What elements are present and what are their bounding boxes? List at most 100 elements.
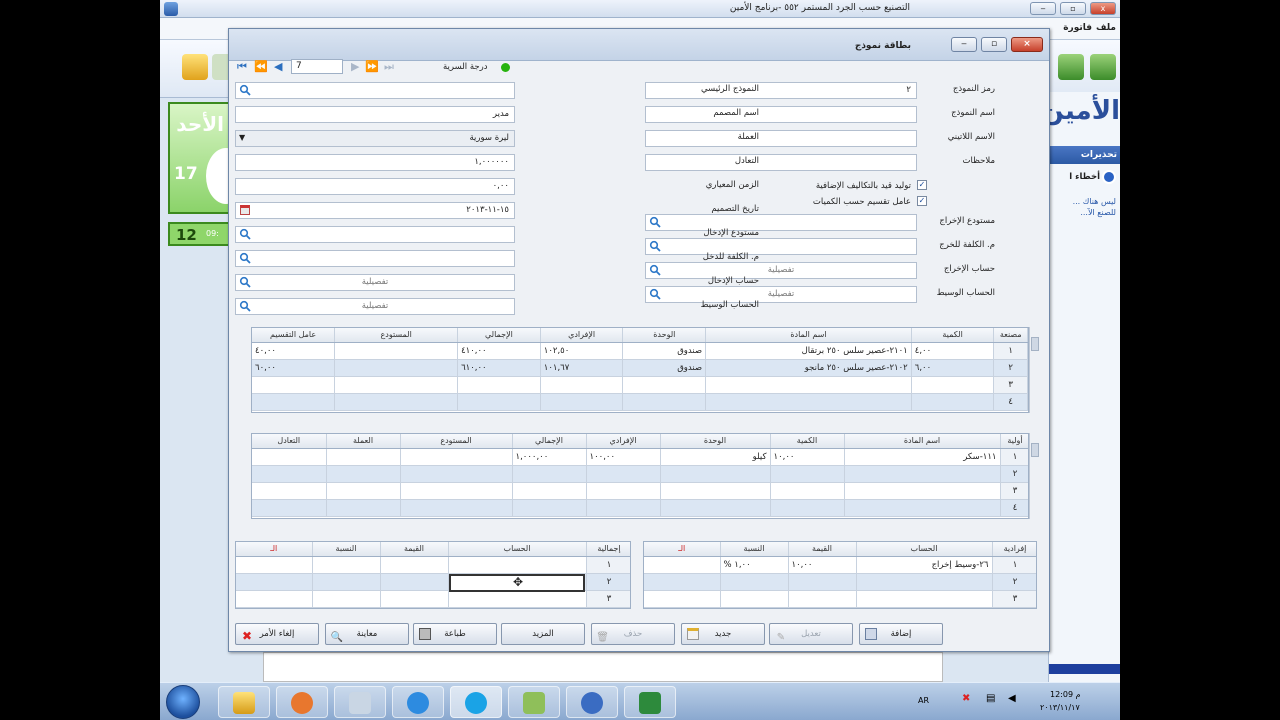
warnings-link[interactable]: ليس هناك ... للصنع الآ... — [1054, 196, 1116, 218]
chevron-down-icon[interactable]: ▼ — [239, 133, 245, 142]
grid4-header[interactable]: إجمالية — [586, 542, 630, 557]
products-grid[interactable]: عامل التقسيم المستودع الإجمالي الإفرادي … — [251, 327, 1029, 413]
app-minimize-button[interactable]: ‒ — [1030, 2, 1056, 15]
table-row[interactable]: ٦٠,٠٠ ٦١٠,٠٠ ١٠١,٦٧ صندوق ٢١٠٢-عصير سلس … — [252, 359, 1028, 377]
rate-field[interactable]: ١,٠٠٠٠٠٠ — [235, 154, 515, 171]
products-grid-scrollbar[interactable] — [1029, 327, 1039, 413]
grid2-header[interactable]: أولية — [1000, 434, 1028, 449]
record-number-field[interactable]: 7 — [291, 59, 343, 74]
grid4-header[interactable]: القيمة — [380, 542, 449, 557]
nav-prev-page-icon[interactable]: ⏪ — [254, 60, 268, 73]
grid-cell[interactable]: % ١,٠٠ — [720, 556, 789, 574]
grid-cell[interactable]: كيلو — [660, 448, 771, 466]
grid2-header[interactable]: الكمية — [770, 434, 845, 449]
taskbar-app[interactable] — [508, 686, 560, 718]
unit-costs-grid[interactable]: الـ النسبة القيمة الحساب إفرادية % ١,٠٠ … — [643, 541, 1037, 609]
grid-cell[interactable]: ٤١٠,٠٠ — [457, 342, 541, 360]
search-icon[interactable] — [649, 264, 661, 276]
app-maximize-button[interactable]: ▫ — [1060, 2, 1086, 15]
search-icon[interactable] — [239, 228, 251, 240]
calendar-icon[interactable] — [240, 205, 250, 215]
table-row[interactable]: ١ — [236, 556, 630, 574]
table-row[interactable]: ٣ — [644, 590, 1036, 608]
grid-cell[interactable]: صندوق — [622, 359, 707, 377]
table-row[interactable]: ٣ — [252, 482, 1028, 500]
materials-grid-scrollbar[interactable] — [1029, 433, 1039, 519]
taskbar-ie[interactable] — [392, 686, 444, 718]
currency-select[interactable]: ليرة سورية — [235, 130, 515, 147]
notes-field[interactable] — [645, 154, 917, 171]
table-row[interactable]: ٣ — [252, 376, 1028, 394]
taskbar-media[interactable] — [276, 686, 328, 718]
model-name-field[interactable] — [645, 106, 917, 123]
grid2-header[interactable]: المستودع — [400, 434, 513, 449]
search-icon[interactable] — [239, 276, 251, 288]
grid2-header[interactable]: الإجمالي — [512, 434, 587, 449]
grid-cell[interactable]: ٢٦-وسيط إخراج — [856, 556, 993, 574]
grid3-header[interactable]: الـ — [644, 542, 721, 557]
grid3-header[interactable]: النسبة — [720, 542, 789, 557]
grid2-header[interactable]: اسم المادة — [844, 434, 1001, 449]
nav-next-page-icon[interactable]: ⏩ — [365, 60, 379, 73]
grid-cell[interactable] — [334, 342, 459, 360]
checkbox-extra-costs[interactable]: ✓ — [917, 180, 927, 190]
std-time-field[interactable]: ٠,٠٠ — [235, 178, 515, 195]
grid1-header[interactable]: الوحدة — [622, 328, 707, 343]
grid-cell[interactable]: ١,٠٠٠,٠٠ — [512, 448, 587, 466]
tray-flag-icon[interactable]: ✖ — [962, 693, 970, 704]
table-row[interactable]: ٤ — [252, 393, 1028, 411]
grid1-header[interactable]: الإجمالي — [457, 328, 541, 343]
taskbar-network[interactable] — [334, 686, 386, 718]
mid-account-field[interactable]: تفصيلية — [235, 298, 515, 315]
grid1-header[interactable]: اسم المادة — [705, 328, 912, 343]
grid-cell[interactable]: ١٠٢,٥٠ — [540, 342, 624, 360]
grid1-header[interactable]: الإفرادي — [540, 328, 624, 343]
grid-cell[interactable]: ١٠,٠٠ — [788, 556, 857, 574]
table-row[interactable]: ٣ — [236, 590, 630, 608]
grid-cell[interactable]: ١٠١,٦٧ — [540, 359, 624, 377]
input-account-field[interactable]: تفصيلية — [235, 274, 515, 291]
grid2-header[interactable]: الوحدة — [660, 434, 771, 449]
volume-icon[interactable]: ◀ — [1008, 693, 1016, 704]
tray-date[interactable]: ٢٠١٣/١١/١٧ — [1040, 703, 1080, 712]
dialog-maximize-button[interactable]: ▫ — [981, 37, 1007, 52]
search-icon[interactable] — [649, 216, 661, 228]
grid4-header[interactable]: الـ — [236, 542, 313, 557]
dialog-minimize-button[interactable]: ‒ — [951, 37, 977, 52]
grid3-header[interactable]: الحساب — [856, 542, 993, 557]
grid2-header[interactable]: الإفرادي — [586, 434, 661, 449]
grid-cell[interactable]: ١٠٠,٠٠ — [586, 448, 661, 466]
grid-cell[interactable]: صندوق — [622, 342, 707, 360]
start-button[interactable] — [166, 685, 200, 719]
grid4-header[interactable]: النسبة — [312, 542, 381, 557]
app-close-button[interactable]: x — [1090, 2, 1116, 15]
preview-button[interactable]: 🔍 معاينة — [325, 623, 409, 645]
grid3-header[interactable]: إفرادية — [992, 542, 1036, 557]
grid1-header[interactable]: مصنعة — [993, 328, 1028, 343]
checkbox-qty-split[interactable]: ✓ — [917, 196, 927, 206]
nav-next-icon[interactable]: ▶ — [351, 60, 359, 73]
taskbar-skype[interactable] — [450, 686, 502, 718]
design-date-field[interactable]: ١٥-١١-٢٠١٣ — [235, 202, 515, 219]
grid-cell[interactable]: ٦,٠٠ — [911, 359, 995, 377]
taskbar-amin[interactable] — [566, 686, 618, 718]
grid-cell[interactable]: ١٠,٠٠ — [770, 448, 845, 466]
menu-file[interactable]: ملف — [1096, 23, 1116, 33]
grid-cell[interactable]: ٤,٠٠ — [911, 342, 995, 360]
output-account-field[interactable]: تفصيلية — [645, 262, 917, 279]
search-icon[interactable] — [239, 252, 251, 264]
more-button[interactable]: المزيد — [501, 623, 585, 645]
output-cc-field[interactable] — [645, 238, 917, 255]
edit-button[interactable]: ✎ تعديل — [769, 623, 853, 645]
refresh-icon[interactable] — [1058, 54, 1084, 80]
grid-cell[interactable]: ١١١-سكر — [844, 448, 1001, 466]
table-row[interactable]: ٢ — [252, 465, 1028, 483]
nav-last-icon[interactable]: ⏭ — [384, 60, 394, 74]
menu-invoice[interactable]: فاتورة — [1063, 23, 1092, 33]
search-icon[interactable] — [239, 300, 251, 312]
grid-cell[interactable]: ٢١٠٢-عصير سلس ٢٥٠ مانجو — [705, 359, 912, 377]
nav-first-icon[interactable]: ⏮ — [237, 60, 247, 74]
dialog-close-button[interactable]: × — [1011, 37, 1043, 52]
search-icon[interactable] — [649, 288, 661, 300]
nav-prev-icon[interactable]: ◀ — [274, 60, 282, 73]
